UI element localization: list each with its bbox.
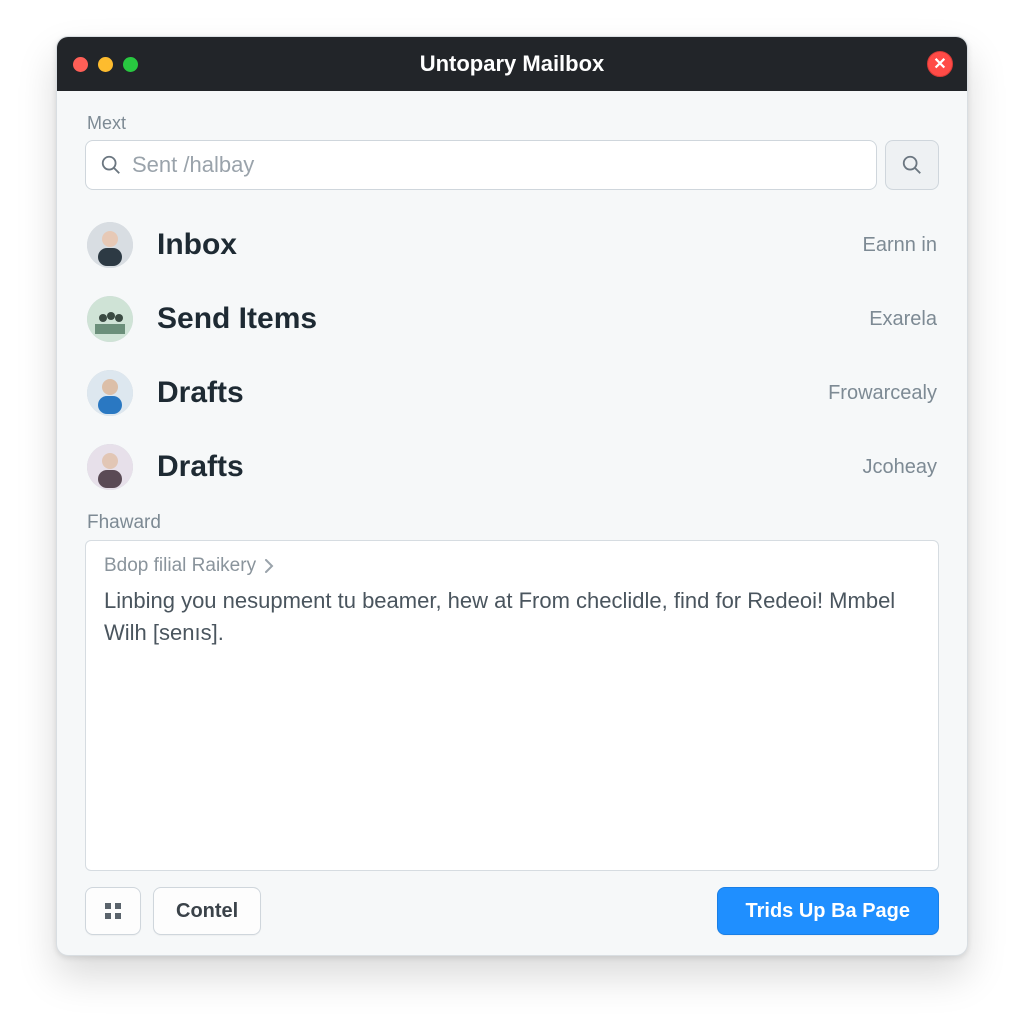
app-window: Untopary Mailbox ✕ Mext xyxy=(56,36,968,956)
primary-button-label: Trids Up Ba Page xyxy=(746,900,911,923)
preview-body-text: Linbing you nesupment tu beamer, hew at … xyxy=(104,585,920,649)
search-row xyxy=(85,140,939,190)
preview-section-label: Fhaward xyxy=(87,512,939,534)
close-icon: ✕ xyxy=(933,54,946,74)
avatar xyxy=(87,222,133,268)
search-button[interactable] xyxy=(885,140,939,190)
traffic-lights xyxy=(73,57,138,72)
window-title: Untopary Mailbox xyxy=(57,51,967,77)
search-icon xyxy=(100,154,122,176)
folder-meta: Jcoheay xyxy=(863,456,938,479)
titlebar: Untopary Mailbox ✕ xyxy=(57,37,967,91)
preview-breadcrumb[interactable]: Bdop filial Raikery xyxy=(104,555,920,577)
grid-view-button[interactable] xyxy=(85,887,141,935)
cancel-button-label: Contel xyxy=(176,900,238,923)
window-zoom-dot[interactable] xyxy=(123,57,138,72)
preview-crumb-text: Bdop filial Raikery xyxy=(104,555,256,577)
folder-row-inbox[interactable]: Inbox Earnn in xyxy=(85,208,939,282)
grid-icon xyxy=(103,901,123,921)
folder-meta: Exarela xyxy=(869,308,937,331)
folder-list: Inbox Earnn in Send Items Exarela Drafts… xyxy=(85,208,939,504)
search-icon xyxy=(901,154,923,176)
primary-action-button[interactable]: Trids Up Ba Page xyxy=(717,887,940,935)
folder-label: Send Items xyxy=(157,302,869,336)
folder-row-drafts-2[interactable]: Drafts Jcoheay xyxy=(85,430,939,504)
avatar xyxy=(87,444,133,490)
message-preview: Bdop filial Raikery Linbing you nesupmen… xyxy=(85,540,939,871)
footer: Contel Trids Up Ba Page xyxy=(85,887,939,935)
folder-label: Inbox xyxy=(157,228,863,262)
chevron-right-icon xyxy=(264,559,274,573)
search-box[interactable] xyxy=(85,140,877,190)
cancel-button[interactable]: Contel xyxy=(153,887,261,935)
avatar xyxy=(87,296,133,342)
window-minimize-dot[interactable] xyxy=(98,57,113,72)
window-close-dot[interactable] xyxy=(73,57,88,72)
folder-label: Drafts xyxy=(157,450,863,484)
folder-row-drafts-1[interactable]: Drafts Frowarcealy xyxy=(85,356,939,430)
search-input[interactable] xyxy=(132,152,862,178)
folder-meta: Frowarcealy xyxy=(828,382,937,405)
folder-row-send-items[interactable]: Send Items Exarela xyxy=(85,282,939,356)
window-body: Mext Inbox Ea xyxy=(57,91,967,955)
folder-label: Drafts xyxy=(157,376,828,410)
avatar xyxy=(87,370,133,416)
header-label: Mext xyxy=(87,113,939,134)
close-button[interactable]: ✕ xyxy=(927,51,953,77)
folder-meta: Earnn in xyxy=(863,234,938,257)
